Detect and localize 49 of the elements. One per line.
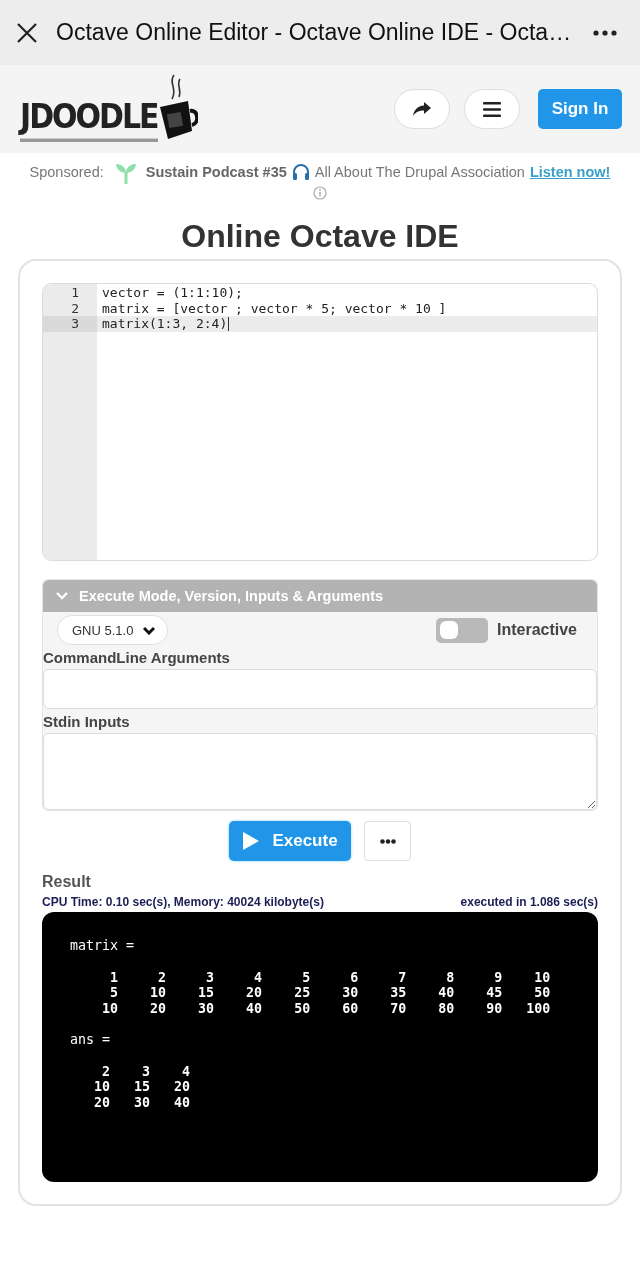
output-line: 10 20 30 40 50 60 70 80 90 100	[101, 1000, 552, 1016]
input-field[interactable]	[43, 669, 597, 709]
field-label: CommandLine Arguments	[43, 649, 231, 666]
code-line: matrix(1:3, 2:4)	[102, 316, 228, 332]
toggle-label: Interactive	[496, 621, 577, 639]
play-icon	[242, 831, 261, 851]
output-line: 2 3 4	[101, 1063, 192, 1079]
output-line: 10 15 20	[93, 1079, 192, 1095]
more-icon[interactable]	[592, 28, 618, 37]
sponsor-title: Sustain Podcast #35	[145, 164, 287, 180]
share-button[interactable]	[394, 89, 450, 129]
close-button[interactable]	[16, 21, 38, 44]
output-line: 5 10 15 20 25 30 35 40 45 50	[109, 985, 552, 1001]
output-line: matrix =	[70, 938, 136, 954]
more-button[interactable]	[364, 821, 411, 861]
page-heading: Online Octave IDE	[180, 218, 460, 255]
version-dropdown[interactable]: GNU 5.1.0	[57, 615, 169, 645]
input-field[interactable]	[43, 733, 597, 810]
execute-button[interactable]: Execute	[229, 821, 351, 861]
more-icon	[379, 838, 396, 844]
execution-time: executed in 1.086 sec(s)	[460, 895, 598, 909]
line-number: 3	[43, 316, 97, 332]
share-icon	[412, 101, 432, 117]
sign-in-button[interactable]: Sign In	[538, 89, 622, 129]
options-header[interactable]: Execute Mode, Version, Inputs & Arguments	[43, 580, 597, 612]
window-title: Octave Online Editor - Octave Online IDE - Octa…	[56, 19, 573, 46]
code-line: vector = (1:1:10);	[102, 285, 243, 301]
chevron-down-icon	[55, 591, 69, 601]
menu-icon	[483, 101, 501, 117]
logo[interactable]: JDOODLE	[20, 73, 198, 145]
listen-link[interactable]: Listen now!	[529, 164, 611, 180]
line-number: 1	[70, 285, 80, 301]
code-editor[interactable]: 1 2 3 vector = (1:1:10); matrix = [vector ; vector * 5; vector * 10 ] matrix(1:3, 2:4)	[42, 283, 598, 561]
code-line: matrix = [vector ; vector * 5; vector * 10 ]	[102, 300, 447, 316]
field-label: Stdin Inputs	[43, 713, 131, 730]
cpu-stats: CPU Time: 0.10 sec(s), Memory: 40024 kilobyte(s)	[42, 895, 324, 909]
caret-icon	[143, 625, 156, 635]
sponsor-label: Sponsored:	[29, 164, 104, 180]
interactive-toggle[interactable]	[435, 617, 488, 643]
line-number: 2	[70, 300, 80, 316]
menu-button[interactable]	[464, 89, 520, 129]
text-cursor	[228, 316, 230, 331]
output-line: ans =	[70, 1032, 112, 1048]
close-icon	[16, 21, 38, 44]
output-line: 1 2 3 4 5 6 7 8 9 10	[109, 969, 552, 985]
headphones-icon	[291, 163, 310, 181]
result-title: Result	[42, 873, 92, 891]
output-line: 20 30 40	[93, 1094, 192, 1110]
sponsor-text: All About The Drupal Association	[314, 164, 525, 180]
